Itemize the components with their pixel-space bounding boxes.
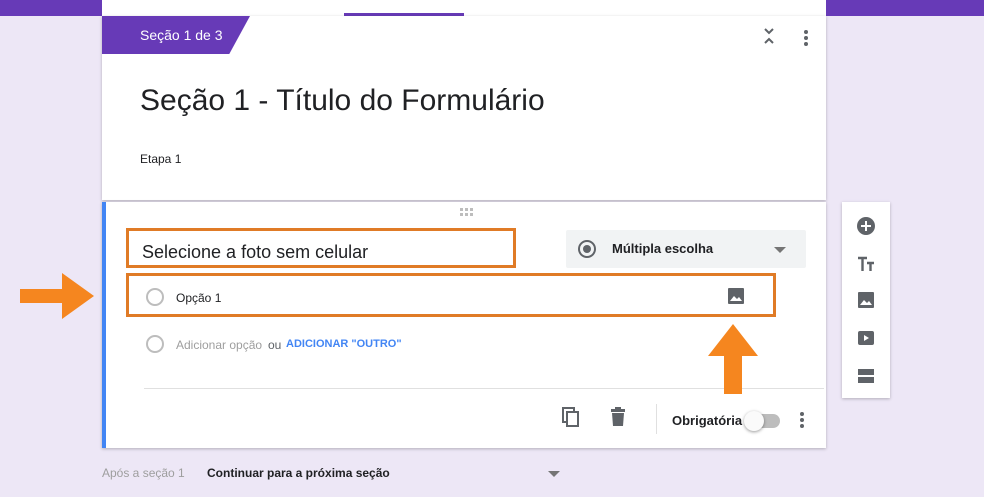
section-title[interactable]: Seção 1 - Título do Formulário — [140, 84, 545, 118]
drag-handle-icon[interactable] — [460, 208, 476, 216]
section-more-icon[interactable] — [804, 30, 808, 46]
add-image-option-icon[interactable] — [726, 286, 746, 306]
add-question-icon[interactable] — [856, 216, 876, 236]
add-option-input[interactable]: Adicionar opção — [176, 338, 262, 352]
section-description[interactable]: Etapa 1 — [140, 152, 181, 166]
side-toolbar — [842, 202, 890, 398]
option-radio-icon — [146, 288, 164, 306]
question-type-select[interactable]: Múltipla escolha — [566, 230, 806, 268]
required-label: Obrigatória — [672, 413, 743, 428]
option-1-input[interactable]: Opção 1 — [176, 291, 221, 305]
collapse-icon[interactable] — [762, 26, 776, 46]
add-video-icon[interactable] — [856, 328, 876, 348]
arrow-up-icon — [708, 324, 758, 394]
section-navigation-select[interactable]: Continuar para a próxima seção — [207, 466, 390, 480]
add-other-button[interactable]: ADICIONAR "OUTRO" — [286, 338, 402, 350]
toolbar-divider — [656, 404, 657, 434]
radio-checked-icon — [578, 240, 596, 258]
question-more-icon[interactable] — [800, 412, 804, 428]
question-title-input[interactable]: Selecione a foto sem celular — [142, 242, 368, 263]
section-card[interactable]: Seção 1 de 3 Seção 1 - Título do Formulá… — [102, 16, 826, 200]
add-title-icon[interactable] — [856, 254, 876, 274]
delete-icon[interactable] — [608, 406, 628, 428]
add-option-radio-icon — [146, 335, 164, 353]
question-type-label: Múltipla escolha — [612, 241, 714, 256]
header-bar — [0, 0, 984, 16]
or-text: ou — [268, 338, 282, 352]
required-toggle-knob[interactable] — [744, 411, 764, 431]
add-section-icon[interactable] — [856, 366, 876, 386]
section-tag: Seção 1 de 3 — [102, 16, 250, 54]
add-image-icon[interactable] — [856, 290, 876, 310]
header-tabs-area — [102, 0, 826, 16]
after-section-label: Após a seção 1 — [102, 466, 185, 480]
chevron-down-icon — [774, 247, 786, 253]
option-highlight — [126, 273, 776, 317]
duplicate-icon[interactable] — [560, 406, 582, 428]
chevron-down-icon[interactable] — [548, 471, 560, 477]
arrow-right-icon — [20, 273, 94, 319]
